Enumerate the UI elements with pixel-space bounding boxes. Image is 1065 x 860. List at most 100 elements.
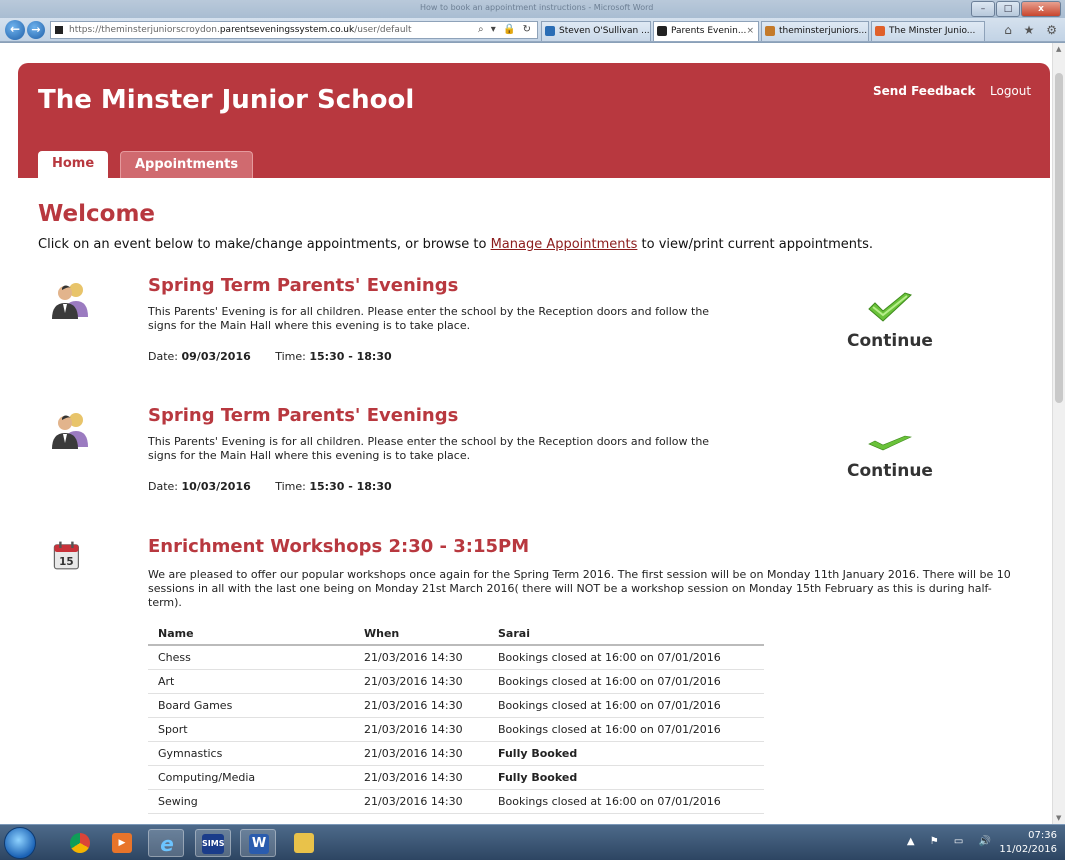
workshop-event[interactable]: 15 Enrichment Workshops 2:30 - 3:15PM [38,536,1038,570]
table-row[interactable]: Art 21/03/2016 14:30 Bookings closed at 16… [148,669,764,694]
folder-icon [294,833,314,853]
page-scrollbar[interactable]: ▲ ▼ [1052,43,1065,824]
workshop-table: Name When Sarai Chess 21/03/2016 14:30 Boo… [148,623,764,814]
address-bar[interactable]: https://theminsterjuniorscroydon.parents… [50,21,538,39]
minimize-button[interactable]: – [971,1,995,17]
manage-appointments-link[interactable]: Manage Appointments [491,237,638,252]
browser-tab-theminsterjuniors[interactable]: theminsterjuniors... [761,21,869,41]
workshop-name: Sport [148,717,354,742]
workshop-when: 21/03/2016 14:30 [354,789,488,814]
url-path: /user/default [354,25,412,35]
table-row[interactable]: Sport 21/03/2016 14:30 Bookings closed at … [148,717,764,742]
table-row[interactable]: Chess 21/03/2016 14:30 Bookings closed at … [148,645,764,670]
browser-tab-outlook[interactable]: Steven O'Sullivan ... [541,21,651,41]
logout-link[interactable]: Logout [990,84,1031,98]
forward-button[interactable]: → [27,21,45,39]
close-tab-icon[interactable]: × [746,22,754,40]
column-header-status: Sarai [488,623,764,646]
intro-text: Click on an event below to make/change a… [38,237,873,252]
workshop-status: Bookings closed at 16:00 on 07/01/2016 [488,717,764,742]
sims-icon: SIMS [202,834,224,854]
taskbar-media[interactable]: ▶ [104,829,140,857]
workshop-title[interactable]: Enrichment Workshops 2:30 - 3:15PM [148,536,529,557]
continue-button[interactable]: Continue [835,421,945,481]
event-date: 09/03/2016 [181,350,251,363]
scrollbar-thumb[interactable] [1055,73,1063,403]
calendar-day: 15 [59,556,73,568]
tab-home[interactable]: Home [38,151,109,178]
page-icon [657,26,667,36]
intro-before: Click on an event below to make/change a… [38,237,491,252]
checkmark-icon [868,292,912,322]
event-time: 15:30 - 18:30 [309,350,392,363]
url-domain: parentseveningssystem.co.uk [219,25,355,35]
favicon-icon [55,26,63,34]
send-feedback-link[interactable]: Send Feedback [873,84,975,98]
tab-appointments[interactable]: Appointments [120,151,254,178]
url-prefix: https://theminsterjuniorscroydon. [69,25,220,35]
window-controls: – □ x [970,1,1061,17]
browser-toolbar: ← → https://theminsterjuniorscroydon.par… [0,18,1065,42]
browser-right-icons[interactable]: ⌂ ★ ⚙ [1004,23,1061,37]
continue-label: Continue [847,331,933,351]
parents-icon [52,283,88,319]
intro-after: to view/print current appointments. [637,237,874,252]
workshop-when: 21/03/2016 14:30 [354,765,488,790]
clock-time[interactable]: 07:36 [999,829,1057,843]
calendar-icon: 15 [53,541,79,570]
event-item[interactable]: Spring Term Parents' Evenings This Paren… [38,405,1038,505]
window-title-bar: How to book an appointment instructions … [0,0,1065,18]
date-label: Date: [148,350,182,363]
scroll-down-icon[interactable]: ▼ [1056,814,1061,822]
table-row[interactable]: Board Games 21/03/2016 14:30 Bookings clos… [148,693,764,718]
workshop-when: 21/03/2016 14:30 [354,717,488,742]
taskbar-sims[interactable]: SIMS [195,829,231,857]
word-icon: W [249,834,269,854]
column-header-name: Name [148,623,354,646]
taskbar-ie[interactable]: e [148,829,184,857]
windows-taskbar: ▶ e SIMS W ▲ ⚑ ▭ 🔊 07:36 11/02/2016 [0,824,1065,860]
browser-tab-minster-junior[interactable]: The Minster Junio... [871,21,985,41]
event-item[interactable]: Spring Term Parents' Evenings This Paren… [38,275,1038,375]
taskbar-word[interactable]: W [240,829,276,857]
taskbar-chrome[interactable] [62,829,98,857]
table-row[interactable]: Sewing 21/03/2016 14:30 Bookings closed at… [148,789,764,814]
clock-date[interactable]: 11/02/2016 [999,843,1057,857]
page-viewport: The Minster Junior School Send Feedback … [0,43,1065,824]
workshop-when: 21/03/2016 14:30 [354,741,488,766]
close-window-button[interactable]: x [1021,1,1061,17]
scroll-up-icon[interactable]: ▲ [1056,45,1061,53]
workshop-status: Bookings closed at 16:00 on 07/01/2016 [488,645,764,670]
table-row[interactable]: Gymnastics 21/03/2016 14:30 Fully Booked [148,741,764,766]
taskbar-explorer[interactable] [286,829,322,857]
back-button[interactable]: ← [5,20,25,40]
event-meta: Date: 09/03/2016 Time: 15:30 - 18:30 [148,350,392,363]
table-row[interactable]: Computing/Media 21/03/2016 14:30 Fully Boo… [148,765,764,790]
event-title[interactable]: Spring Term Parents' Evenings [148,405,458,426]
workshop-status: Fully Booked [488,741,764,766]
workshop-name: Sewing [148,789,354,814]
tray-icons[interactable]: ▲ ⚑ ▭ 🔊 [907,835,997,849]
media-player-icon: ▶ [112,833,132,853]
outlook-icon [545,26,555,36]
workshop-name: Chess [148,645,354,670]
workshop-when: 21/03/2016 14:30 [354,645,488,670]
start-button[interactable] [4,827,36,859]
internet-explorer-icon: e [160,832,174,856]
window-title: How to book an appointment instructions … [420,3,654,12]
site-header: The Minster Junior School Send Feedback … [18,63,1050,178]
maximize-button[interactable]: □ [996,1,1020,17]
browser-tab-parents-evening[interactable]: Parents Evenin... × [653,21,759,41]
chrome-icon [70,833,90,853]
site-title: The Minster Junior School [38,85,415,115]
event-meta: Date: 10/03/2016 Time: 15:30 - 18:30 [148,480,392,493]
tab-label: theminsterjuniors... [779,26,868,36]
continue-button[interactable]: Continue [835,291,945,351]
workshop-description: We are pleased to offer our popular work… [148,568,1011,609]
workshop-status: Fully Booked [488,765,764,790]
event-title[interactable]: Spring Term Parents' Evenings [148,275,458,296]
workshop-name: Computing/Media [148,765,354,790]
address-controls[interactable]: ⌕ ▾ 🔒 ↻ [478,22,533,38]
table-header-row: Name When Sarai [148,623,764,646]
workshop-status: Bookings closed at 16:00 on 07/01/2016 [488,693,764,718]
